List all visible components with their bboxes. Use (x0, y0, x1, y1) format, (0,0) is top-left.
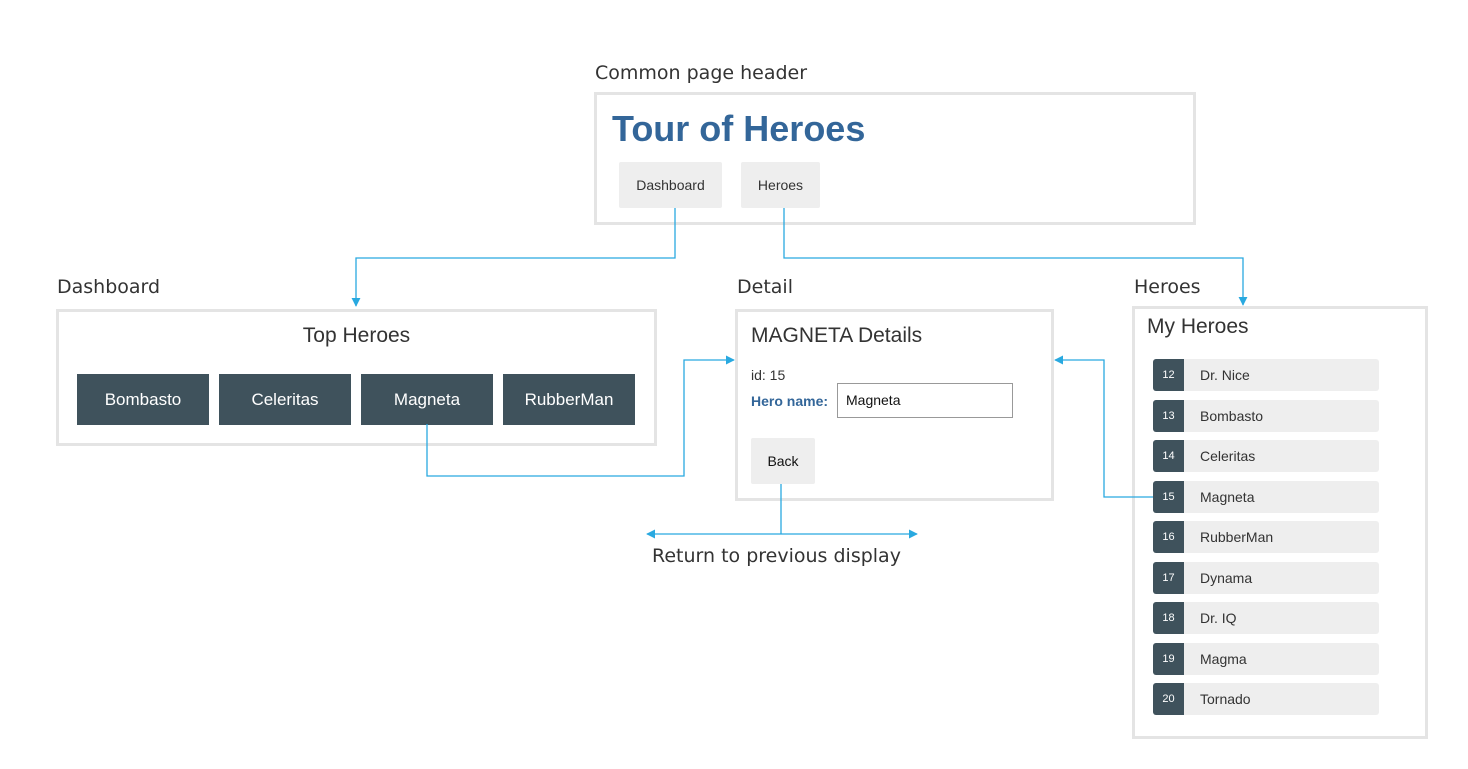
tile-to-detail-connector (426, 355, 735, 477)
heroes-nav-connector (783, 208, 1248, 306)
dashboard-nav-connector (351, 208, 676, 307)
flow-connectors (351, 208, 1248, 539)
list-to-detail-connector (1054, 355, 1153, 498)
